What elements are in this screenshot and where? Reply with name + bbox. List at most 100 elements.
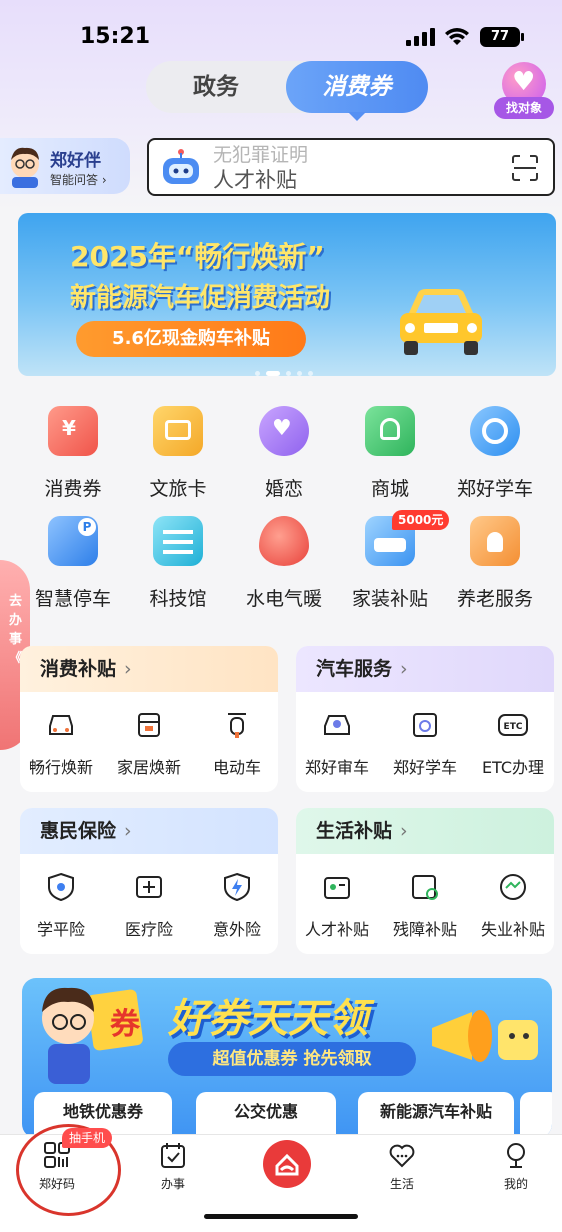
card-car-service: 汽车服务 › 郑好审车 郑好学车 ETC ETC办理 bbox=[296, 646, 554, 792]
tab-do-business[interactable]: 办事 bbox=[128, 1141, 218, 1192]
card-title: 惠民保险 bbox=[40, 820, 117, 842]
chevron-right-icon: › bbox=[400, 658, 408, 680]
promo-subtitle: 超值优惠券 抢先领取 bbox=[168, 1042, 416, 1076]
car-renew-icon bbox=[49, 715, 73, 735]
card-item[interactable]: 意外险 bbox=[192, 870, 278, 940]
quick-item-label: 科技馆 bbox=[149, 588, 207, 610]
promo-banner[interactable]: 2025年“畅行焕新” 新能源汽车促消费活动 5.6亿现金购车补贴 bbox=[18, 213, 556, 376]
car-inspection-icon bbox=[324, 715, 350, 735]
card-item[interactable]: 失业补贴 bbox=[468, 870, 554, 940]
accessibility-icon bbox=[412, 875, 438, 900]
card-item-label: 意外险 bbox=[212, 920, 261, 939]
cartoon-boy-illustration-icon: 券 bbox=[42, 987, 143, 1084]
museum-icon bbox=[153, 516, 203, 566]
scan-icon[interactable] bbox=[511, 154, 539, 182]
search-rolling-hint: 无犯罪证明 bbox=[213, 144, 309, 166]
quick-item-coupons[interactable]: ¥ 消费券 bbox=[23, 406, 123, 501]
chevron-right-icon: › bbox=[400, 820, 408, 842]
promo-chip-bus[interactable]: 公交优惠 bbox=[196, 1092, 336, 1138]
quick-item-label: 家装补贴 bbox=[351, 588, 428, 610]
card-item-label: 学平险 bbox=[36, 920, 85, 939]
tab-coupons[interactable]: 消费券 bbox=[286, 61, 428, 121]
search-placeholder: 人才补贴 bbox=[213, 168, 297, 192]
tab-life[interactable]: 生活 bbox=[357, 1141, 447, 1192]
card-item[interactable]: 郑好审车 bbox=[296, 708, 382, 778]
home-indicator bbox=[204, 1214, 358, 1219]
coupon-icon: ¥ bbox=[48, 406, 98, 456]
quick-item-dating[interactable]: ♥ 婚恋 bbox=[234, 406, 334, 501]
card-header[interactable]: 汽车服务 › bbox=[296, 646, 554, 692]
card-item-label: 家居焕新 bbox=[116, 758, 181, 777]
quick-item-utilities[interactable]: 水电气暖 bbox=[234, 516, 334, 611]
card-item[interactable]: 残障补贴 bbox=[380, 870, 470, 940]
segment-switch: 政务 消费券 bbox=[146, 61, 428, 121]
card-header[interactable]: 惠民保险 › bbox=[20, 808, 278, 854]
quick-item-label: 郑好学车 bbox=[456, 478, 533, 500]
quick-item-travel-card[interactable]: 文旅卡 bbox=[128, 406, 228, 501]
card-item-label: 医疗险 bbox=[124, 920, 173, 939]
quick-item-label: 养老服务 bbox=[456, 588, 533, 610]
tab-mine[interactable]: 我的 bbox=[471, 1141, 561, 1192]
card-item[interactable]: 畅行焕新 bbox=[20, 708, 106, 778]
card-item[interactable]: ETC ETC办理 bbox=[468, 708, 554, 778]
car-illustration-icon bbox=[400, 289, 482, 355]
bear-heart-icon: ♥ bbox=[259, 406, 309, 456]
etc-icon: ETC bbox=[498, 714, 528, 736]
banner-subsidy-pill: 5.6亿现金购车补贴 bbox=[76, 321, 306, 357]
quick-item-home-decoration[interactable]: 家装补贴 bbox=[340, 516, 440, 611]
assistant-avatar-icon bbox=[11, 147, 39, 188]
card-header[interactable]: 生活补贴 › bbox=[296, 808, 554, 854]
quick-item-label: 文旅卡 bbox=[149, 478, 207, 500]
status-time: 15:21 bbox=[80, 24, 151, 49]
card-life-subsidy: 生活补贴 › 人才补贴 残障补贴 失业补贴 bbox=[296, 808, 554, 954]
card-item-label: ETC办理 bbox=[481, 758, 545, 777]
lottery-badge: 抽手机 bbox=[62, 1128, 113, 1148]
quick-item-science-museum[interactable]: 科技馆 bbox=[128, 516, 228, 611]
card-item-label: 失业补贴 bbox=[480, 920, 545, 939]
tab-government[interactable]: 政务 bbox=[146, 61, 286, 113]
card-item-label: 残障补贴 bbox=[392, 920, 457, 939]
promo-title: 好券天天领 bbox=[168, 996, 368, 1042]
card-header[interactable]: 消费补贴 › bbox=[20, 646, 278, 692]
subsidy-amount-badge: 5000元 bbox=[392, 510, 450, 530]
quick-item-label: 商城 bbox=[370, 478, 409, 500]
appliance-icon bbox=[138, 713, 160, 737]
card-item[interactable]: 医疗险 bbox=[104, 870, 194, 940]
travel-card-icon bbox=[153, 406, 203, 456]
steering-wheel-icon bbox=[470, 406, 520, 456]
quick-item-mall[interactable]: 商城 bbox=[340, 406, 440, 501]
heart-outline-icon bbox=[389, 1144, 415, 1168]
quick-item-elderly-care[interactable]: 养老服务 bbox=[445, 516, 545, 611]
id-badge-icon bbox=[324, 877, 350, 899]
find-partner-label: 找对象 bbox=[494, 97, 554, 119]
card-item[interactable]: 郑好学车 bbox=[380, 708, 470, 778]
card-item[interactable]: 学平险 bbox=[20, 870, 106, 940]
promo-chip-new-energy[interactable]: 新能源汽车补贴 bbox=[358, 1092, 514, 1138]
card-item-label: 人才补贴 bbox=[304, 920, 369, 939]
assistant-name: 郑好伴 bbox=[50, 151, 101, 171]
scooter-icon bbox=[228, 713, 246, 738]
card-item[interactable]: 家居焕新 bbox=[104, 708, 194, 778]
card-insurance: 惠民保险 › 学平险 医疗险 意外险 bbox=[20, 808, 278, 954]
student-shield-icon bbox=[48, 872, 74, 902]
quick-item-driving-school[interactable]: 郑好学车 bbox=[445, 406, 545, 501]
quick-item-label: 水电气暖 bbox=[245, 588, 322, 610]
card-item[interactable]: 电动车 bbox=[192, 708, 278, 778]
tab-label: 生活 bbox=[389, 1177, 414, 1191]
user-profile-icon bbox=[507, 1143, 525, 1168]
card-item[interactable]: 人才补贴 bbox=[296, 870, 382, 940]
quick-item-label: 婚恋 bbox=[264, 478, 303, 500]
medical-icon bbox=[136, 876, 162, 898]
quick-item-label: 智慧停车 bbox=[34, 588, 111, 610]
assistant-button[interactable]: 郑好伴 智能问答 › bbox=[0, 138, 130, 194]
card-title: 汽车服务 bbox=[316, 658, 393, 680]
handshake-icon bbox=[500, 874, 526, 900]
home-center-button[interactable] bbox=[263, 1140, 311, 1188]
robot-icon bbox=[163, 149, 199, 184]
promo-chip-partial[interactable] bbox=[520, 1092, 552, 1138]
coupon-promo-banner[interactable]: 券 好券天天领 超值优惠券 抢先领取 地铁优惠券 公交优惠 新能源汽车补贴 bbox=[22, 978, 552, 1138]
quick-item-parking[interactable]: P 智慧停车 bbox=[23, 516, 123, 611]
assistant-subtitle: 智能问答 › bbox=[50, 173, 107, 187]
find-partner-button[interactable]: 找对象 bbox=[494, 62, 554, 120]
search-box[interactable]: 无犯罪证明 人才补贴 bbox=[147, 138, 555, 196]
